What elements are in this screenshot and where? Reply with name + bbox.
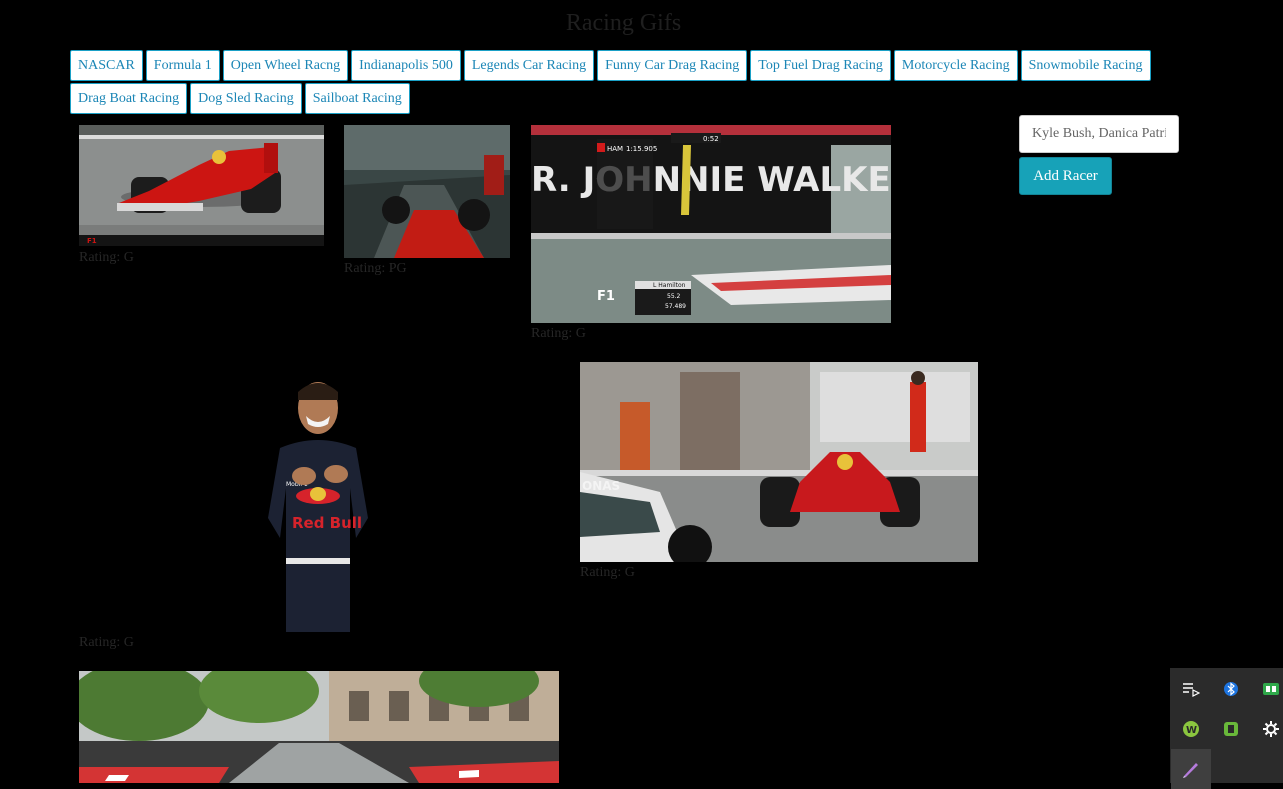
- leader-time: 1:15.905: [626, 145, 657, 153]
- gif-street-demo-image: [79, 671, 559, 783]
- rating-label: Rating: G: [79, 250, 134, 265]
- bluetooth-icon[interactable]: [1211, 669, 1251, 709]
- category-button-open-wheel-racing[interactable]: Open Wheel Racng: [222, 50, 349, 81]
- system-tray-flyout: W: [1170, 668, 1283, 789]
- rating-label: Rating: G: [79, 635, 134, 650]
- category-button-indianapolis-500[interactable]: Indianapolis 500: [351, 50, 461, 81]
- leader-name: HAM: [607, 145, 623, 153]
- category-button-snowmobile-racing[interactable]: Snowmobile Racing: [1020, 50, 1151, 81]
- rating-label: Rating: G: [580, 565, 635, 580]
- page-title: Racing Gifs: [565, 10, 682, 36]
- car-livery-text: ONAS: [582, 479, 620, 493]
- gif-ferrari-f1-image: F1: [79, 125, 324, 246]
- category-button-nascar[interactable]: NASCAR: [70, 50, 143, 81]
- whatsapp-icon[interactable]: W: [1171, 709, 1211, 749]
- gif-street-demo: [79, 671, 559, 783]
- driver-name: L Hamilton: [653, 282, 686, 289]
- gif-ferrari-mercedes: ONAS: [580, 362, 978, 562]
- racer-name-input[interactable]: [1019, 115, 1179, 153]
- session-clock: 0:52: [703, 135, 719, 143]
- category-button-dog-sled-racing[interactable]: Dog Sled Racing: [190, 83, 302, 114]
- category-button-sailboat-racing[interactable]: Sailboat Racing: [304, 83, 410, 114]
- meet-icon[interactable]: [1251, 669, 1283, 709]
- category-row-1: NASCAR Formula 1 Open Wheel Racng Indian…: [70, 50, 1151, 81]
- rating-label: Rating: PG: [344, 261, 407, 276]
- sponsor-banner-text: R. JOHNNIE WALKER.: [531, 160, 891, 200]
- f1-logo: F1: [597, 289, 615, 304]
- lap-time: 57.489: [665, 303, 686, 310]
- sector-time: 55.2: [667, 293, 681, 300]
- category-button-funny-car-drag-racing[interactable]: Funny Car Drag Racing: [597, 50, 748, 81]
- evernote-icon[interactable]: [1211, 709, 1251, 749]
- pen-icon[interactable]: [1171, 749, 1211, 789]
- category-button-top-fuel-drag-racing[interactable]: Top Fuel Drag Racing: [750, 50, 891, 81]
- category-button-motorcycle-racing[interactable]: Motorcycle Racing: [893, 50, 1018, 81]
- category-button-formula-1[interactable]: Formula 1: [145, 50, 220, 81]
- category-button-drag-boat-racing[interactable]: Drag Boat Racing: [70, 83, 188, 114]
- category-button-legends-car-racing[interactable]: Legends Car Racing: [463, 50, 595, 81]
- category-row-2: Drag Boat Racing Dog Sled Racing Sailboa…: [70, 83, 410, 114]
- add-racer-button[interactable]: Add Racer: [1019, 157, 1112, 195]
- svg-text:W: W: [1186, 725, 1197, 736]
- gif-onboard-image: [344, 125, 510, 258]
- gif-ferrari-mercedes-image: ONAS: [580, 362, 978, 562]
- gif-red-bull-driver: Red Bull Mobil 1: [250, 378, 386, 632]
- rating-label: Rating: G: [531, 326, 586, 341]
- gif-trackside-image: R. JOHNNIE WALKER. HAM 1:15.905 0:52 L H…: [531, 125, 891, 323]
- gif-trackside-broadcast: R. JOHNNIE WALKER. HAM 1:15.905 0:52 L H…: [531, 125, 891, 323]
- gif-ferrari-f1-car: F1: [79, 125, 324, 246]
- queue-icon[interactable]: [1171, 669, 1211, 709]
- settings-icon[interactable]: [1251, 709, 1283, 749]
- sponsor-logo-text: Red Bull: [292, 514, 362, 532]
- f1-logo: F1: [87, 237, 97, 245]
- gif-onboard-camera: [344, 125, 510, 258]
- gif-driver-image: Red Bull Mobil 1: [268, 382, 368, 632]
